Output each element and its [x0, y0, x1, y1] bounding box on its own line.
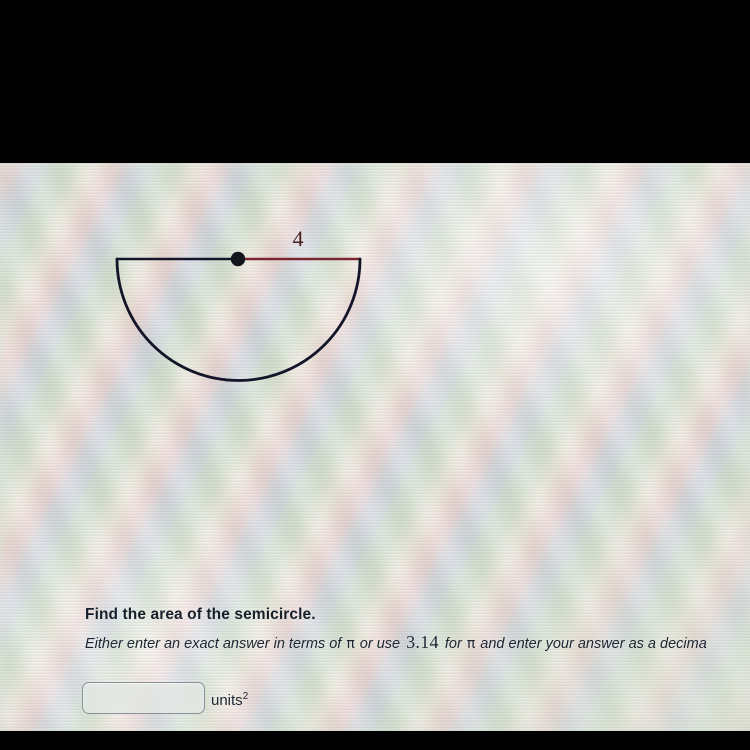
- photographed-screen: 4 Find the area of the semicircle. Eithe…: [0, 163, 750, 731]
- question-title: Find the area of the semicircle.: [85, 606, 316, 623]
- pi-symbol-icon-1: π: [346, 636, 355, 652]
- units-text: units: [211, 692, 243, 709]
- letterbox-bar-bottom: [0, 731, 750, 750]
- instruction-part-4: and enter your answer as a decima: [476, 636, 707, 652]
- semicircle-arc: [115, 257, 362, 382]
- screenshot-root: 4 Find the area of the semicircle. Eithe…: [0, 0, 750, 750]
- pi-symbol-icon-2: π: [466, 636, 476, 652]
- units-exponent: 2: [242, 691, 249, 702]
- instruction-part-3: for: [440, 636, 466, 652]
- question-instruction: Either enter an exact answer in terms of…: [85, 632, 707, 653]
- units-label: units2: [211, 691, 248, 709]
- center-point-dot: [230, 251, 246, 267]
- pi-decimal-value: 3.14: [406, 632, 439, 652]
- answer-input[interactable]: [82, 682, 205, 714]
- instruction-part-2: or use: [355, 636, 405, 652]
- answer-row: units2: [82, 682, 248, 714]
- instruction-part-1: Either enter an exact answer in terms of: [85, 636, 346, 652]
- letterbox-bar-top: [0, 0, 750, 163]
- radius-label: 4: [293, 226, 304, 251]
